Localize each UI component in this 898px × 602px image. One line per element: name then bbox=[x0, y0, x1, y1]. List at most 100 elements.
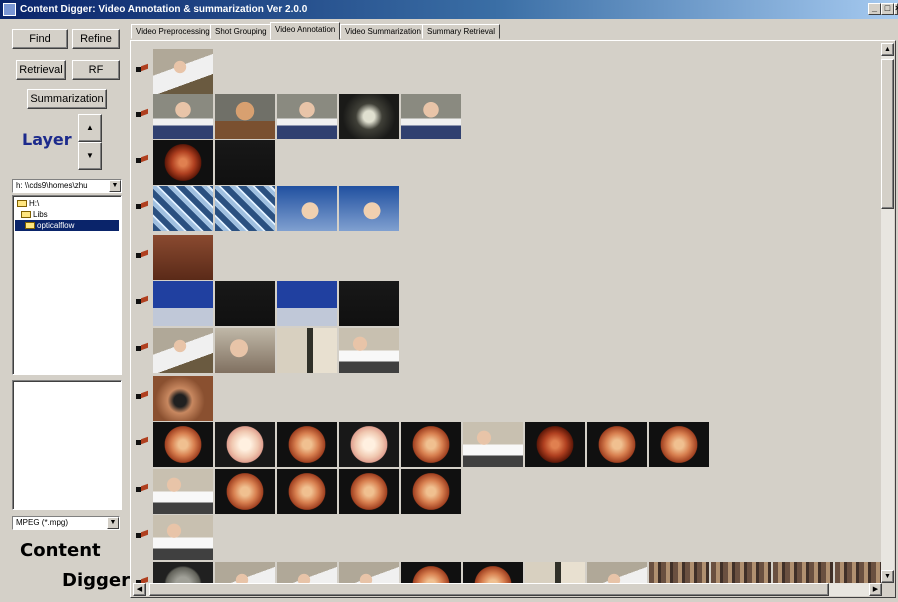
shot-thumbnail[interactable] bbox=[463, 562, 523, 583]
tab-shot-grouping[interactable]: Shot Grouping bbox=[210, 24, 272, 39]
shot-thumbnail[interactable] bbox=[401, 562, 461, 583]
shot-thumbnail[interactable] bbox=[215, 281, 275, 326]
annotation-marker-icon[interactable] bbox=[136, 296, 150, 306]
shot-thumbnail[interactable] bbox=[277, 328, 337, 373]
annotation-marker-icon[interactable] bbox=[136, 201, 150, 211]
tab-video-preprocessing[interactable]: Video Preprocessing bbox=[131, 24, 215, 39]
shot-thumbnail[interactable] bbox=[153, 328, 213, 373]
file-type-value: MPEG (*.mpg) bbox=[16, 518, 69, 527]
find-button[interactable]: Find bbox=[12, 29, 68, 49]
shot-thumbnail[interactable] bbox=[587, 562, 647, 583]
shot-thumbnail[interactable] bbox=[153, 94, 213, 139]
vertical-scrollbar[interactable]: ▲ ▼ bbox=[881, 43, 894, 583]
annotation-panel: ▲ ▼ ◀ ▶ bbox=[130, 40, 896, 598]
annotation-marker-icon[interactable] bbox=[136, 484, 150, 494]
annotation-marker-icon[interactable] bbox=[136, 437, 150, 447]
shot-thumbnail[interactable] bbox=[835, 562, 882, 583]
shot-thumbnail[interactable] bbox=[339, 94, 399, 139]
file-type-select[interactable]: MPEG (*.mpg) ▼ bbox=[12, 516, 120, 530]
shot-thumbnail[interactable] bbox=[153, 140, 213, 185]
layer-down-button[interactable]: ▼ bbox=[78, 142, 102, 170]
tree-item-opticalflow[interactable]: opticalflow bbox=[15, 220, 119, 231]
scroll-thumb[interactable] bbox=[881, 59, 894, 209]
annotation-marker-icon[interactable] bbox=[136, 530, 150, 540]
retrieval-button[interactable]: Retrieval bbox=[16, 60, 66, 80]
shot-thumbnail[interactable] bbox=[649, 562, 709, 583]
annotation-marker-icon[interactable] bbox=[136, 343, 150, 353]
shot-thumbnail[interactable] bbox=[339, 328, 399, 373]
drive-value: h: \\cds9\homes\zhu bbox=[16, 181, 88, 190]
shot-thumbnail[interactable] bbox=[153, 469, 213, 514]
scroll-right-icon[interactable]: ▶ bbox=[869, 583, 882, 596]
arrow-down-icon: ▼ bbox=[86, 151, 94, 160]
close-icon[interactable]: × bbox=[894, 3, 898, 15]
shot-thumbnail[interactable] bbox=[215, 328, 275, 373]
shot-thumbnail[interactable] bbox=[215, 186, 275, 231]
scroll-left-icon[interactable]: ◀ bbox=[133, 583, 146, 596]
shot-thumbnail[interactable] bbox=[215, 562, 275, 583]
shot-thumbnail[interactable] bbox=[215, 422, 275, 467]
shot-thumbnail[interactable] bbox=[215, 469, 275, 514]
shot-thumbnail[interactable] bbox=[339, 469, 399, 514]
shot-thumbnail[interactable] bbox=[587, 422, 647, 467]
shot-thumbnail[interactable] bbox=[153, 422, 213, 467]
chevron-down-icon[interactable]: ▼ bbox=[107, 517, 119, 529]
shot-thumbnail[interactable] bbox=[277, 94, 337, 139]
tab-summary-retrieval[interactable]: Summary Retrieval bbox=[422, 24, 501, 39]
tab-video-summarization[interactable]: Video Summarization bbox=[340, 24, 426, 39]
folder-tree[interactable]: H:\ Libs opticalflow bbox=[12, 195, 122, 375]
title-bar[interactable]: Content Digger: Video Annotation & summa… bbox=[0, 0, 898, 19]
scroll-down-icon[interactable]: ▼ bbox=[881, 570, 894, 583]
scroll-thumb-horizontal[interactable] bbox=[149, 583, 829, 596]
shot-thumbnail[interactable] bbox=[153, 49, 213, 94]
shot-thumbnail[interactable] bbox=[215, 140, 275, 185]
refine-button[interactable]: Refine bbox=[72, 29, 120, 49]
shot-thumbnail[interactable] bbox=[401, 422, 461, 467]
shot-thumbnail[interactable] bbox=[277, 281, 337, 326]
chevron-down-icon[interactable]: ▼ bbox=[109, 180, 121, 192]
shot-thumbnail[interactable] bbox=[773, 562, 833, 583]
shot-thumbnail[interactable] bbox=[401, 94, 461, 139]
annotation-marker-icon[interactable] bbox=[136, 155, 150, 165]
file-list[interactable] bbox=[12, 380, 122, 510]
shot-thumbnail[interactable] bbox=[339, 562, 399, 583]
folder-icon bbox=[17, 200, 27, 207]
maximize-icon[interactable]: □ bbox=[881, 3, 894, 15]
shot-thumbnail[interactable] bbox=[277, 562, 337, 583]
tab-video-annotation[interactable]: Video Annotation bbox=[270, 22, 341, 40]
shot-thumbnail[interactable] bbox=[525, 562, 585, 583]
drive-select[interactable]: h: \\cds9\homes\zhu ▼ bbox=[12, 179, 122, 193]
annotation-marker-icon[interactable] bbox=[136, 250, 150, 260]
shot-thumbnail[interactable] bbox=[153, 235, 213, 280]
rf-button[interactable]: RF bbox=[72, 60, 120, 80]
annotation-marker-icon[interactable] bbox=[136, 109, 150, 119]
shot-thumbnail[interactable] bbox=[649, 422, 709, 467]
shot-thumbnail[interactable] bbox=[339, 186, 399, 231]
annotation-marker-icon[interactable] bbox=[136, 391, 150, 401]
shot-thumbnail[interactable] bbox=[711, 562, 771, 583]
shot-thumbnail[interactable] bbox=[215, 94, 275, 139]
horizontal-scrollbar[interactable]: ◀ ▶ bbox=[133, 583, 882, 596]
shot-thumbnail[interactable] bbox=[153, 186, 213, 231]
shot-thumbnail[interactable] bbox=[153, 515, 213, 560]
tree-item-root[interactable]: H:\ bbox=[15, 198, 41, 209]
tree-item-libs[interactable]: Libs bbox=[19, 209, 50, 220]
shot-thumbnail[interactable] bbox=[525, 422, 585, 467]
shot-thumbnail[interactable] bbox=[277, 469, 337, 514]
shot-thumbnail[interactable] bbox=[277, 422, 337, 467]
annotation-marker-icon[interactable] bbox=[136, 64, 150, 74]
scroll-up-icon[interactable]: ▲ bbox=[881, 43, 894, 56]
minimize-icon[interactable]: _ bbox=[868, 3, 881, 15]
shot-thumbnail[interactable] bbox=[401, 469, 461, 514]
shot-groups-view[interactable] bbox=[133, 43, 882, 583]
shot-thumbnail[interactable] bbox=[153, 376, 213, 421]
shot-thumbnail[interactable] bbox=[153, 562, 213, 583]
layer-label: Layer bbox=[22, 130, 72, 149]
layer-up-button[interactable]: ▲ bbox=[78, 114, 102, 142]
shot-thumbnail[interactable] bbox=[463, 422, 523, 467]
shot-thumbnail[interactable] bbox=[339, 422, 399, 467]
shot-thumbnail[interactable] bbox=[339, 281, 399, 326]
shot-thumbnail[interactable] bbox=[277, 186, 337, 231]
shot-thumbnail[interactable] bbox=[153, 281, 213, 326]
summarization-button[interactable]: Summarization bbox=[27, 89, 107, 109]
